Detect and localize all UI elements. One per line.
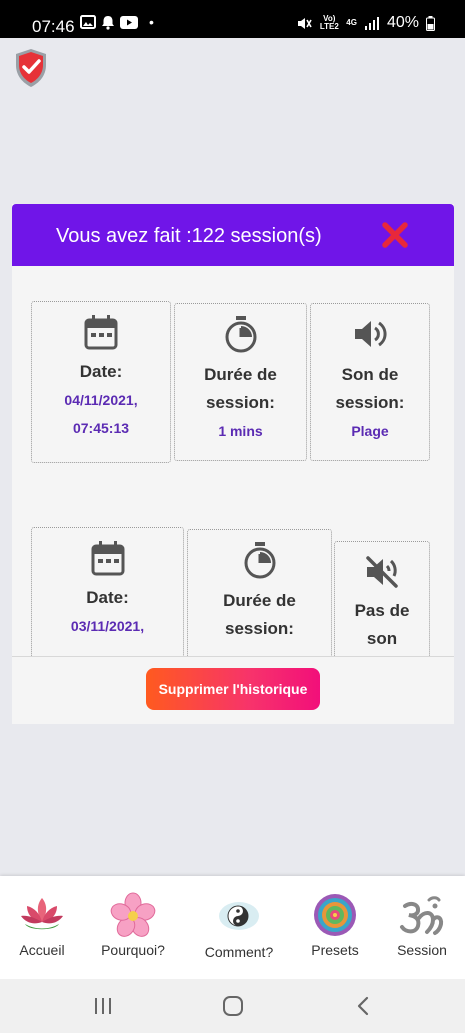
battery-icon xyxy=(426,15,435,31)
bottom-navigation: Accueil Pourquoi? Comment? Presets Sessi… xyxy=(0,876,465,979)
close-icon xyxy=(382,222,408,248)
signal-icon xyxy=(364,17,379,30)
recent-apps-icon[interactable] xyxy=(91,995,115,1017)
nav-label-presets: Presets xyxy=(311,942,359,958)
divider xyxy=(12,656,454,657)
gallery-icon xyxy=(80,15,96,29)
lotus-icon xyxy=(21,898,63,930)
calendar-icon xyxy=(84,315,118,350)
session-date-card: Date: 03/11/2021, xyxy=(31,527,184,656)
om-icon xyxy=(400,896,444,935)
shield-check-logo xyxy=(16,49,46,87)
battery-percent: 40% xyxy=(386,14,419,31)
nav-item-accueil[interactable]: Accueil xyxy=(0,892,85,958)
stopwatch-icon xyxy=(244,542,275,579)
network-type: 4G xyxy=(346,18,357,27)
nav-item-pourquoi[interactable]: Pourquoi? xyxy=(90,892,176,958)
date-label: Date: xyxy=(86,588,129,607)
sound-label-2: son xyxy=(366,629,398,648)
session-date-card: Date: 04/11/2021, 07:45:13 xyxy=(31,301,171,463)
duration-label: Durée de xyxy=(204,365,277,384)
duration-label: Durée de xyxy=(223,591,296,610)
system-navigation-bar xyxy=(0,979,465,1033)
status-bar: 07:46 • Vo) LTE2 4G 40% xyxy=(0,0,465,38)
date-value: 04/11/2021, xyxy=(64,392,138,408)
session-sound-card: Son de session: Plage xyxy=(310,303,430,461)
status-time: 07:46 xyxy=(32,17,75,36)
mute-icon xyxy=(298,17,312,29)
dot-icon: • xyxy=(149,14,154,30)
duration-value: 1 mins xyxy=(218,423,263,439)
sound-value: Plage xyxy=(351,423,389,439)
volume-mute-icon xyxy=(366,556,398,588)
sound-label: Son de xyxy=(341,365,399,384)
duration-label-2: session: xyxy=(225,619,294,638)
dialog-title: Vous avez fait :122 session(s) xyxy=(56,225,322,247)
sound-label: Pas de xyxy=(354,601,410,620)
volume-icon xyxy=(355,321,387,347)
yin-yang-icon xyxy=(219,902,259,930)
duration-label-2: session: xyxy=(206,393,275,412)
nav-label-comment: Comment? xyxy=(204,944,274,960)
session-duration-card: Durée de session: 1 mins xyxy=(174,303,307,461)
nav-item-presets[interactable]: Presets xyxy=(292,892,378,958)
nav-label-accueil: Accueil xyxy=(19,942,65,958)
youtube-icon xyxy=(120,15,138,29)
nav-item-session[interactable]: Session xyxy=(379,892,465,958)
sound-label-2: session: xyxy=(335,393,405,412)
nav-item-comment[interactable]: Comment? xyxy=(196,892,282,960)
clear-history-button[interactable]: Supprimer l'historique xyxy=(146,668,320,710)
notification-bell-icon xyxy=(102,15,114,30)
mandala-icon xyxy=(314,894,356,936)
date-label: Date: xyxy=(79,362,123,381)
nav-label-session: Session xyxy=(397,942,447,958)
dialog-header: Vous avez fait :122 session(s) xyxy=(12,204,454,266)
nav-label-pourquoi: Pourquoi? xyxy=(101,942,165,958)
date-value: 03/11/2021, xyxy=(70,618,145,634)
network-label: Vo) LTE2 xyxy=(319,14,339,31)
home-icon[interactable] xyxy=(221,995,245,1017)
session-history-dialog: Vous avez fait :122 session(s) Date: 04/… xyxy=(12,204,454,724)
back-icon[interactable] xyxy=(352,995,376,1017)
stopwatch-icon xyxy=(225,316,256,353)
close-button[interactable] xyxy=(380,220,410,250)
session-duration-card: Durée de session: xyxy=(187,529,332,656)
calendar-icon xyxy=(91,541,124,576)
session-list[interactable]: Date: 04/11/2021, 07:45:13 Durée de sess… xyxy=(12,266,454,656)
flower-icon xyxy=(110,892,156,937)
time-value: 07:45:13 xyxy=(72,420,130,436)
session-sound-card: Pas de son xyxy=(334,541,430,656)
